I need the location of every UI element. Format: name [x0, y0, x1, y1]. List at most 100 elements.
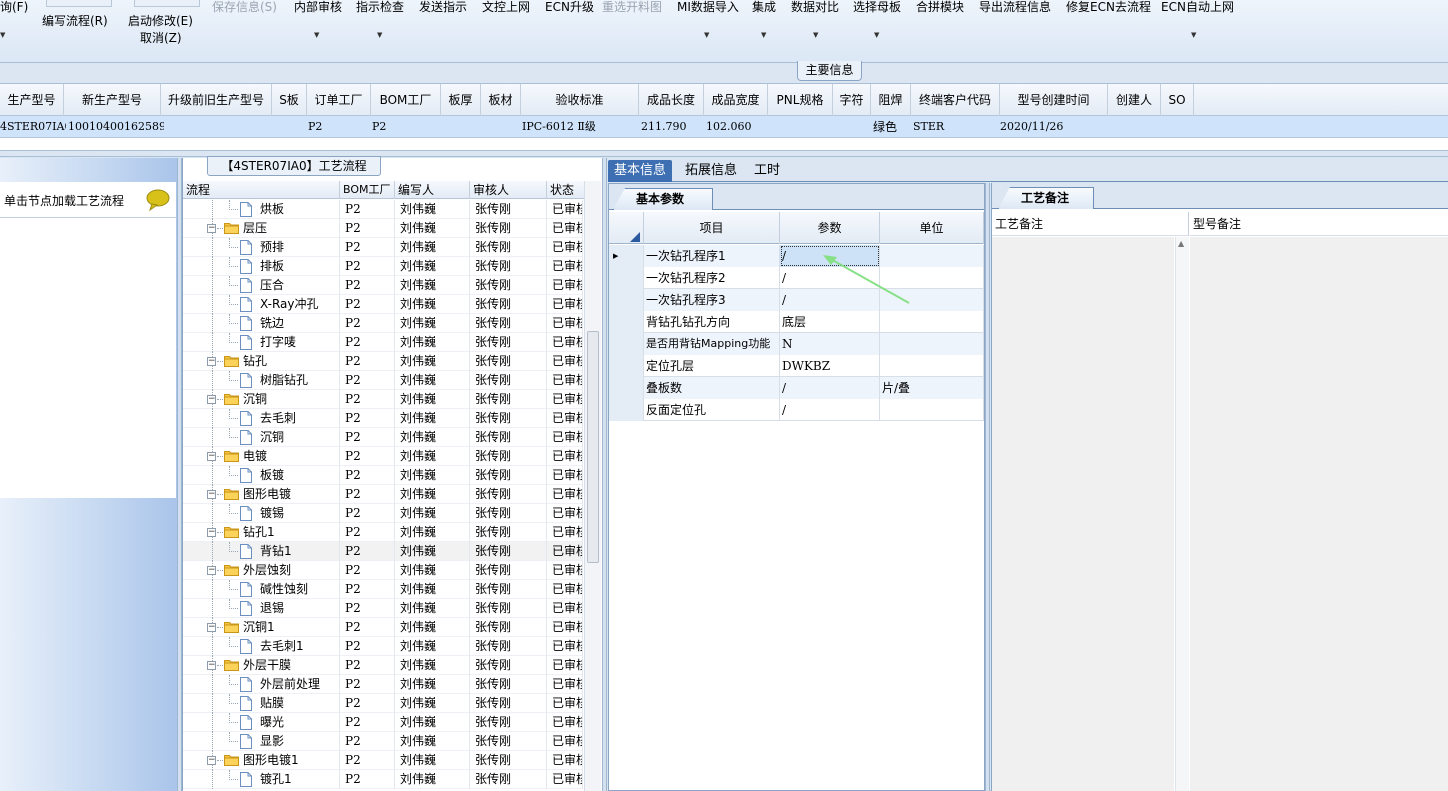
- col-header[interactable]: S板: [272, 84, 307, 116]
- tree-row[interactable]: 烘板 P2刘伟巍张传刚已审核: [183, 200, 583, 219]
- col-header[interactable]: 订单工厂: [307, 84, 371, 116]
- right-splitter[interactable]: [985, 183, 990, 791]
- tree-row[interactable]: 铣边 P2刘伟巍张传刚已审核: [183, 314, 583, 333]
- scrollbar-thumb[interactable]: [587, 331, 599, 563]
- internal-review-button[interactable]: 内部审核: [294, 0, 342, 15]
- tree-row[interactable]: 压合 P2刘伟巍张传刚已审核: [183, 276, 583, 295]
- tree-row[interactable]: − 沉铜1 P2刘伟巍张传刚已审核: [183, 618, 583, 637]
- col-header[interactable]: BOM工厂: [340, 181, 395, 199]
- col-header[interactable]: 升级前旧生产型号: [161, 84, 272, 116]
- tree-row[interactable]: 贴膜 P2刘伟巍张传刚已审核: [183, 694, 583, 713]
- tree-row[interactable]: X-Ray冲孔 P2刘伟巍张传刚已审核: [183, 295, 583, 314]
- main-info-tab[interactable]: 主要信息: [797, 61, 862, 81]
- doc-control-online-button[interactable]: 文控上网: [482, 0, 530, 15]
- model-remark-field[interactable]: [1190, 237, 1448, 791]
- mi-data-import-button[interactable]: MI数据导入: [677, 0, 739, 15]
- col-header[interactable]: 终端客户代码: [911, 84, 1000, 116]
- row-indicator[interactable]: [609, 355, 644, 377]
- tab-work-hours[interactable]: 工时: [748, 160, 786, 182]
- tab-basic-params[interactable]: 基本参数: [613, 188, 713, 210]
- tree-row[interactable]: − 图形电镀1 P2刘伟巍张传刚已审核: [183, 751, 583, 770]
- row-indicator[interactable]: [609, 333, 644, 355]
- col-header[interactable]: 编写人: [395, 181, 470, 199]
- dropdown-arrow-icon[interactable]: ▼: [704, 31, 709, 39]
- collapse-toggle-icon[interactable]: −: [207, 490, 216, 499]
- tree-row[interactable]: 去毛刺1 P2刘伟巍张传刚已审核: [183, 637, 583, 656]
- param-row[interactable]: 一次钻孔程序3/: [609, 289, 984, 311]
- col-header[interactable]: 成品宽度: [704, 84, 768, 116]
- tree-row[interactable]: − 沉铜 P2刘伟巍张传刚已审核: [183, 390, 583, 409]
- param-value[interactable]: DWKBZ: [780, 355, 880, 377]
- instruction-check-button[interactable]: 指示检查: [356, 0, 404, 15]
- tab-process-remarks[interactable]: 工艺备注: [998, 187, 1094, 209]
- process-remark-field[interactable]: [992, 237, 1174, 791]
- col-header[interactable]: 板材: [481, 84, 521, 116]
- dropdown-arrow-icon[interactable]: ▼: [813, 31, 818, 39]
- ecn-upgrade-button[interactable]: ECN升级: [545, 0, 594, 15]
- collapse-toggle-icon[interactable]: −: [207, 452, 216, 461]
- col-header[interactable]: 创建人: [1108, 84, 1161, 116]
- tree-row[interactable]: 镀孔1 P2刘伟巍张传刚已审核: [183, 770, 583, 789]
- dropdown-arrow-icon[interactable]: ▼: [761, 31, 766, 39]
- tree-row[interactable]: 去毛刺 P2刘伟巍张传刚已审核: [183, 409, 583, 428]
- dropdown-arrow-icon[interactable]: ▼: [314, 31, 319, 39]
- tree-row[interactable]: 打字唛 P2刘伟巍张传刚已审核: [183, 333, 583, 352]
- tree-row[interactable]: − 钻孔1 P2刘伟巍张传刚已审核: [183, 523, 583, 542]
- param-row[interactable]: 是否用背钻Mapping功能 N: [609, 333, 984, 355]
- param-row[interactable]: 一次钻孔程序2/: [609, 267, 984, 289]
- tree-row[interactable]: 预排 P2刘伟巍张传刚已审核: [183, 238, 583, 257]
- row-indicator[interactable]: [609, 267, 644, 289]
- row-indicator[interactable]: ▶: [609, 245, 644, 267]
- send-instruction-button[interactable]: 发送指示: [419, 0, 467, 15]
- remark-scrollbar[interactable]: ▲: [1175, 237, 1189, 791]
- collapse-toggle-icon[interactable]: −: [207, 661, 216, 670]
- col-header[interactable]: 阻焊: [871, 84, 911, 116]
- col-header[interactable]: 型号创建时间: [1000, 84, 1108, 116]
- col-header[interactable]: 参数: [780, 212, 880, 244]
- reselect-cutting-button[interactable]: 重选开料图: [602, 0, 662, 15]
- col-header[interactable]: 状态: [547, 181, 585, 199]
- collapse-toggle-icon[interactable]: −: [207, 623, 216, 632]
- col-header[interactable]: 项目: [644, 212, 780, 244]
- tree-row[interactable]: 镀锡 P2刘伟巍张传刚已审核: [183, 504, 583, 523]
- integrate-button[interactable]: 集成: [752, 0, 776, 15]
- tree-row[interactable]: − 钻孔 P2刘伟巍张传刚已审核: [183, 352, 583, 371]
- tree-row[interactable]: 沉铜 P2刘伟巍张传刚已审核: [183, 428, 583, 447]
- row-indicator[interactable]: [609, 311, 644, 333]
- row-indicator[interactable]: [609, 377, 644, 399]
- param-row[interactable]: 定位孔层 DWKBZ: [609, 355, 984, 377]
- cancel-button[interactable]: 取消(Z): [140, 29, 182, 46]
- tree-row[interactable]: − 外层干膜 P2刘伟巍张传刚已审核: [183, 656, 583, 675]
- data-compare-button[interactable]: 数据对比: [791, 0, 839, 15]
- tree-row[interactable]: 树脂钻孔 P2刘伟巍张传刚已审核: [183, 371, 583, 390]
- param-value[interactable]: N: [780, 333, 880, 355]
- query-button[interactable]: 询(F): [0, 0, 28, 15]
- dropdown-arrow-icon[interactable]: ▼: [0, 31, 5, 39]
- param-row[interactable]: 叠板数 / 片/叠: [609, 377, 984, 399]
- tree-row[interactable]: 退锡 P2刘伟巍张传刚已审核: [183, 599, 583, 618]
- start-modify-button[interactable]: 启动修改(E): [128, 12, 193, 29]
- tree-row[interactable]: 板镀 P2刘伟巍张传刚已审核: [183, 466, 583, 485]
- tab-extended-info[interactable]: 拓展信息: [679, 160, 743, 182]
- col-header[interactable]: PNL规格: [768, 84, 833, 116]
- param-value[interactable]: /: [780, 399, 880, 421]
- tree-row[interactable]: 显影 P2刘伟巍张传刚已审核: [183, 732, 583, 751]
- col-header[interactable]: 生产型号: [0, 84, 64, 116]
- collapse-toggle-icon[interactable]: −: [207, 395, 216, 404]
- export-flow-info-button[interactable]: 导出流程信息: [979, 0, 1051, 15]
- col-header[interactable]: SO: [1161, 84, 1194, 116]
- tree-row[interactable]: − 电镀 P2刘伟巍张传刚已审核: [183, 447, 583, 466]
- collapse-toggle-icon[interactable]: −: [207, 566, 216, 575]
- collapse-toggle-icon[interactable]: −: [207, 528, 216, 537]
- param-row[interactable]: ▶ 一次钻孔程序1/: [609, 245, 984, 267]
- tree-row[interactable]: 碱性蚀刻 P2刘伟巍张传刚已审核: [183, 580, 583, 599]
- param-row[interactable]: 反面定位孔 /: [609, 399, 984, 421]
- tree-row[interactable]: − 外层蚀刻 P2刘伟巍张传刚已审核: [183, 561, 583, 580]
- param-value[interactable]: /: [780, 377, 880, 399]
- dropdown-arrow-icon[interactable]: ▼: [1191, 31, 1196, 39]
- save-info-button[interactable]: 保存信息(S): [212, 0, 277, 15]
- col-header[interactable]: 流程: [183, 181, 340, 199]
- tab-basic-info[interactable]: 基本信息: [608, 160, 673, 182]
- tree-row[interactable]: 曝光 P2刘伟巍张传刚已审核: [183, 713, 583, 732]
- col-header[interactable]: 审核人: [470, 181, 547, 199]
